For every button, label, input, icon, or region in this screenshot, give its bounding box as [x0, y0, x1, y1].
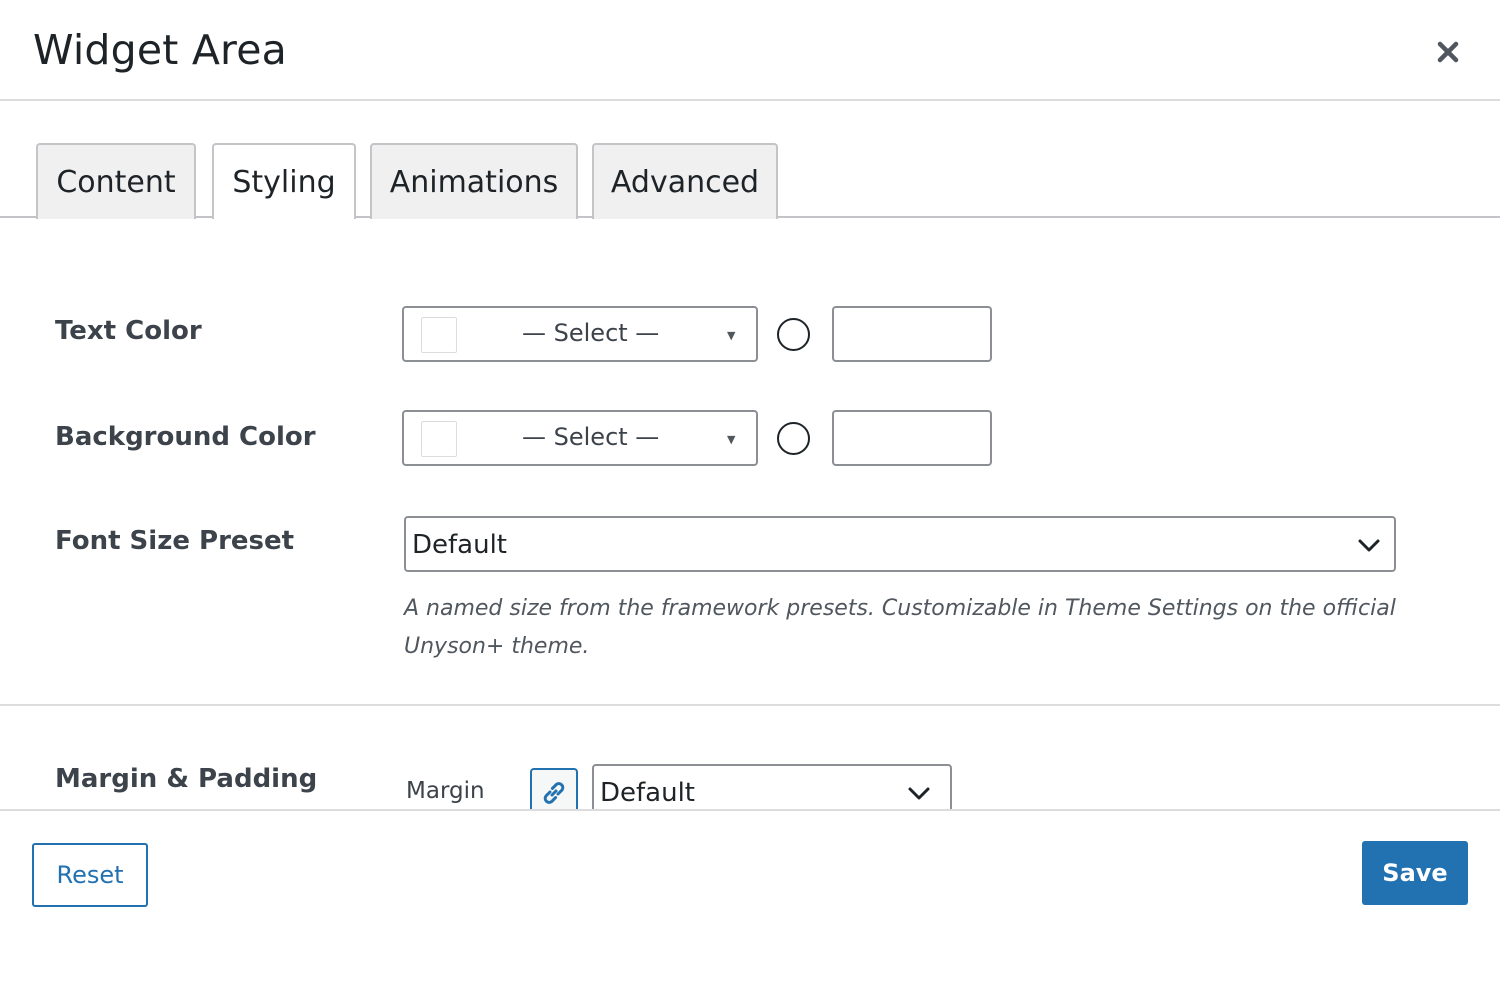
dropdown-arrow-icon: ▼ — [727, 329, 736, 342]
modal-footer: Reset Save — [0, 809, 1500, 1000]
font-size-preset-help: A named size from the framework presets.… — [404, 596, 1396, 659]
text-color-hex-input[interactable] — [832, 306, 992, 362]
tab-advanced-label: Advanced — [610, 164, 760, 200]
tab-advanced[interactable]: Advanced — [592, 143, 778, 219]
font-size-preset-select[interactable]: Default — [404, 516, 1396, 572]
close-button[interactable] — [1430, 34, 1466, 70]
tab-animations[interactable]: Animations — [370, 143, 578, 219]
chevron-down-icon — [908, 787, 930, 800]
tab-content-label: Content — [56, 164, 176, 200]
scroll-area[interactable]: Margin & Padding Margin Default — [0, 706, 1500, 809]
margin-select-value: Default — [600, 778, 695, 808]
tab-styling[interactable]: Styling — [212, 143, 356, 221]
reset-button[interactable]: Reset — [32, 843, 148, 907]
modal-header: Widget Area — [0, 0, 1500, 101]
margin-select[interactable]: Default — [592, 764, 952, 809]
save-button[interactable]: Save — [1362, 841, 1468, 905]
modal-title: Widget Area — [33, 26, 287, 74]
tab-content[interactable]: Content — [36, 143, 196, 219]
margin-sub-label: Margin — [406, 778, 485, 804]
background-color-select-value: — Select — — [522, 423, 660, 451]
text-color-select-value: — Select — — [522, 319, 660, 347]
text-color-select[interactable]: — Select — ▼ — [402, 306, 758, 362]
tab-bar: Content Styling Animations Advanced — [0, 101, 1500, 221]
link-values-button[interactable] — [530, 768, 578, 809]
link-icon — [543, 782, 565, 804]
background-color-hex-input[interactable] — [832, 410, 992, 466]
tab-styling-label: Styling — [232, 164, 336, 200]
text-color-label: Text Color — [55, 316, 202, 346]
text-color-custom-radio[interactable] — [777, 318, 810, 351]
background-color-label: Background Color — [55, 422, 316, 452]
background-color-swatch — [421, 421, 457, 457]
tab-animations-label: Animations — [389, 164, 559, 200]
font-size-preset-value: Default — [412, 530, 507, 560]
text-color-swatch — [421, 317, 457, 353]
font-size-preset-label: Font Size Preset — [55, 526, 295, 556]
dropdown-arrow-icon: ▼ — [727, 433, 736, 446]
background-color-custom-radio[interactable] — [777, 422, 810, 455]
close-icon — [1437, 41, 1459, 63]
margin-padding-label: Margin & Padding — [55, 764, 318, 794]
widget-area-modal: Widget Area Content Styling Animations A… — [0, 0, 1500, 1000]
background-color-select[interactable]: — Select — ▼ — [402, 410, 758, 466]
chevron-down-icon — [1358, 539, 1380, 552]
